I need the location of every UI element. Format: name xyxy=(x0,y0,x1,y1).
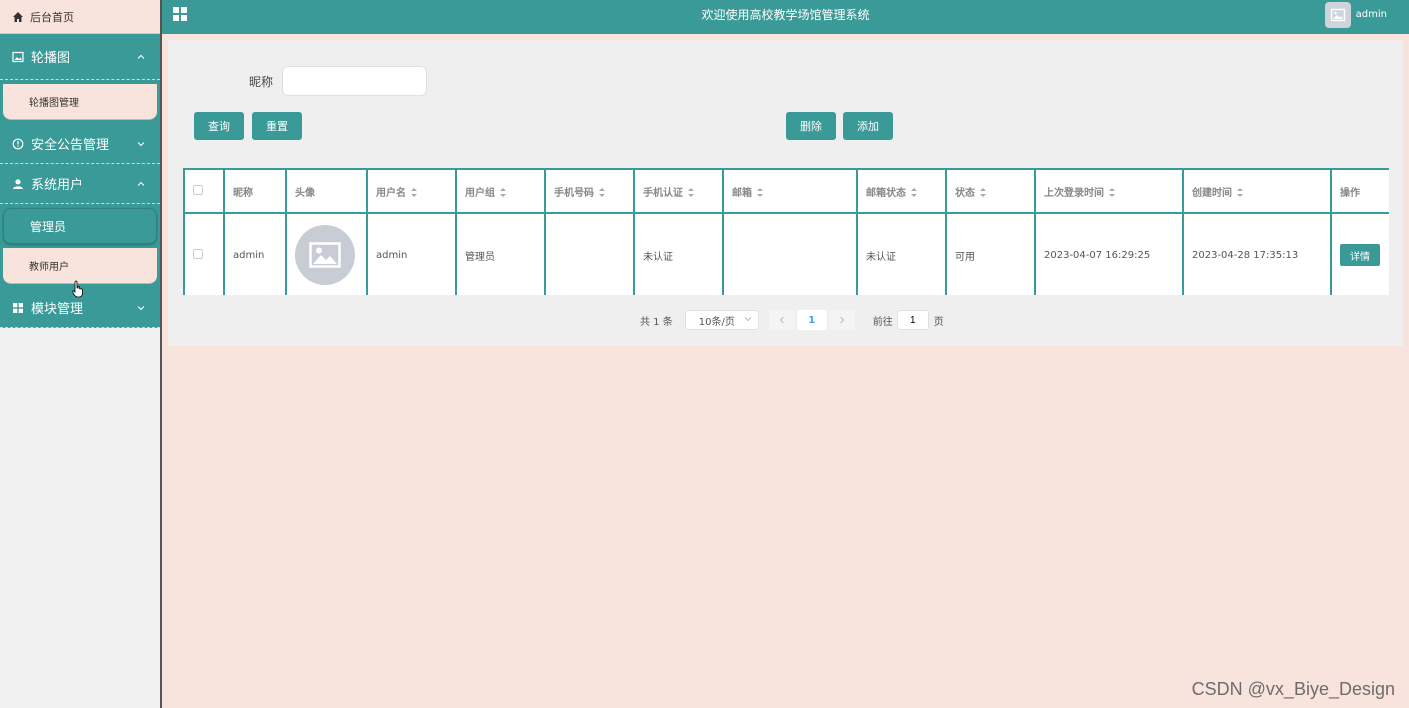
add-button[interactable]: 添加 xyxy=(843,112,893,140)
search-label: 昵称 xyxy=(249,75,274,89)
menu-modules-label: 模块管理 xyxy=(31,302,84,317)
cell-actions: 详情 xyxy=(1330,212,1389,295)
reset-button[interactable]: 重置 xyxy=(252,112,302,140)
chevron-up-icon xyxy=(136,179,146,189)
home-icon xyxy=(12,11,24,23)
detail-button[interactable]: 详情 xyxy=(1340,244,1380,266)
sort-icon[interactable] xyxy=(1109,188,1116,197)
col-email[interactable]: 邮箱 xyxy=(722,168,858,214)
cell-created: 2023-04-28 17:35:13 xyxy=(1182,212,1332,295)
row-select-cell[interactable] xyxy=(183,212,225,295)
main-panel: 昵称 查询 重置 删除 添加 昵称 头像 用户名 用户组 手机号码 手机认证 邮… xyxy=(168,40,1403,346)
select-all-checkbox[interactable] xyxy=(193,184,203,195)
row-checkbox[interactable] xyxy=(193,248,203,259)
cell-phone-auth: 未认证 xyxy=(633,212,724,295)
chevron-down-icon xyxy=(136,303,146,313)
page-size-select[interactable]: 10条/页 xyxy=(684,310,759,330)
cell-avatar xyxy=(285,212,368,295)
picture-icon xyxy=(12,51,24,63)
cell-status: 可用 xyxy=(945,212,1036,295)
sidebar-item-teacher-users[interactable]: 教师用户 xyxy=(3,248,157,284)
sort-icon[interactable] xyxy=(411,188,418,197)
sort-icon[interactable] xyxy=(757,188,764,197)
pagination-total: 共 1 条 xyxy=(640,316,673,328)
cell-phone xyxy=(544,212,635,295)
col-phone[interactable]: 手机号码 xyxy=(544,168,635,214)
cell-group: 管理员 xyxy=(455,212,546,295)
goto-label: 前往 xyxy=(872,316,893,328)
submenu-carousel: 轮播图管理 xyxy=(0,80,160,124)
info-circle-icon xyxy=(12,138,24,150)
picture-icon xyxy=(1330,8,1346,22)
col-nickname: 昵称 xyxy=(223,168,287,214)
col-phone-auth[interactable]: 手机认证 xyxy=(633,168,724,214)
next-page-button[interactable] xyxy=(828,310,855,330)
top-bar: 欢迎使用高校教学场馆管理系统 admin xyxy=(162,0,1409,34)
menu-notice-label: 安全公告管理 xyxy=(31,138,110,153)
sidebar-home-label: 后台首页 xyxy=(30,10,74,24)
page-size-value: 10条/页 xyxy=(698,316,735,328)
picture-icon xyxy=(309,242,341,268)
chevron-down-icon xyxy=(744,317,752,322)
users-table: 昵称 头像 用户名 用户组 手机号码 手机认证 邮箱 邮箱状态 状态 上次登录时… xyxy=(183,168,1389,295)
sort-icon[interactable] xyxy=(599,188,606,197)
sidebar-item-admin[interactable]: 管理员 xyxy=(3,208,157,244)
col-email-status[interactable]: 邮箱状态 xyxy=(856,168,947,214)
table-row: admin admin 管理员 未认证 未认证 可用 2023-04-07 16… xyxy=(183,212,1389,295)
chevron-up-icon xyxy=(136,52,146,62)
chevron-left-icon xyxy=(779,316,784,324)
col-actions: 操作 xyxy=(1330,168,1389,214)
watermark: CSDN @vx_Biye_Design xyxy=(1191,679,1395,699)
delete-button[interactable]: 删除 xyxy=(786,112,836,140)
menu-carousel[interactable]: 轮播图 xyxy=(0,34,160,80)
sidebar-item-label: 管理员 xyxy=(30,219,67,234)
page-title: 欢迎使用高校教学场馆管理系统 xyxy=(701,8,870,22)
col-username[interactable]: 用户名 xyxy=(366,168,457,214)
cell-nickname: admin xyxy=(223,212,287,295)
menu-carousel-label: 轮播图 xyxy=(31,51,71,66)
col-created[interactable]: 创建时间 xyxy=(1182,168,1332,214)
avatar-image xyxy=(295,225,355,285)
cell-email xyxy=(722,212,858,295)
menu-system-users-label: 系统用户 xyxy=(31,178,84,193)
submenu-system-users: 管理员 教师用户 xyxy=(0,204,160,288)
chevron-down-icon xyxy=(136,139,146,149)
sort-icon[interactable] xyxy=(1237,188,1244,197)
sort-icon[interactable] xyxy=(688,188,695,197)
avatar[interactable] xyxy=(1325,2,1351,28)
sort-icon[interactable] xyxy=(980,188,987,197)
cell-username: admin xyxy=(366,212,457,295)
page-jump-input[interactable] xyxy=(896,310,929,330)
menu-notice[interactable]: 安全公告管理 xyxy=(0,124,160,164)
sort-icon[interactable] xyxy=(500,188,507,197)
page-unit-label: 页 xyxy=(933,316,944,328)
menu-system-users[interactable]: 系统用户 xyxy=(0,164,160,204)
col-avatar: 头像 xyxy=(285,168,368,214)
cell-email-status: 未认证 xyxy=(856,212,947,295)
cell-last-login: 2023-04-07 16:29:25 xyxy=(1034,212,1184,295)
sort-icon[interactable] xyxy=(911,188,918,197)
col-group[interactable]: 用户组 xyxy=(455,168,546,214)
sidebar-item-carousel-manage[interactable]: 轮播图管理 xyxy=(3,84,157,120)
sidebar-home[interactable]: 后台首页 xyxy=(0,0,160,34)
sidebar-item-label: 轮播图管理 xyxy=(29,98,79,109)
chevron-right-icon xyxy=(839,316,844,324)
sidebar: 后台首页 轮播图 轮播图管理 安全公告管理 系统用户 管理员 教师用户 模块管理 xyxy=(0,0,162,708)
select-all-cell[interactable] xyxy=(183,168,225,214)
table-header-row: 昵称 头像 用户名 用户组 手机号码 手机认证 邮箱 邮箱状态 状态 上次登录时… xyxy=(183,168,1389,214)
user-icon xyxy=(12,178,24,190)
sidebar-item-label: 教师用户 xyxy=(29,262,69,273)
prev-page-button[interactable] xyxy=(768,310,795,330)
col-status[interactable]: 状态 xyxy=(945,168,1036,214)
hand-cursor-icon xyxy=(72,280,83,298)
nickname-search-input[interactable] xyxy=(282,66,427,96)
page-number-1[interactable]: 1 xyxy=(796,310,827,330)
query-button[interactable]: 查询 xyxy=(194,112,244,140)
col-last-login[interactable]: 上次登录时间 xyxy=(1034,168,1184,214)
grid-icon xyxy=(12,302,24,314)
username-label[interactable]: admin xyxy=(1356,9,1387,20)
pagination: 共 1 条 10条/页 1 前往 页 xyxy=(640,310,944,330)
